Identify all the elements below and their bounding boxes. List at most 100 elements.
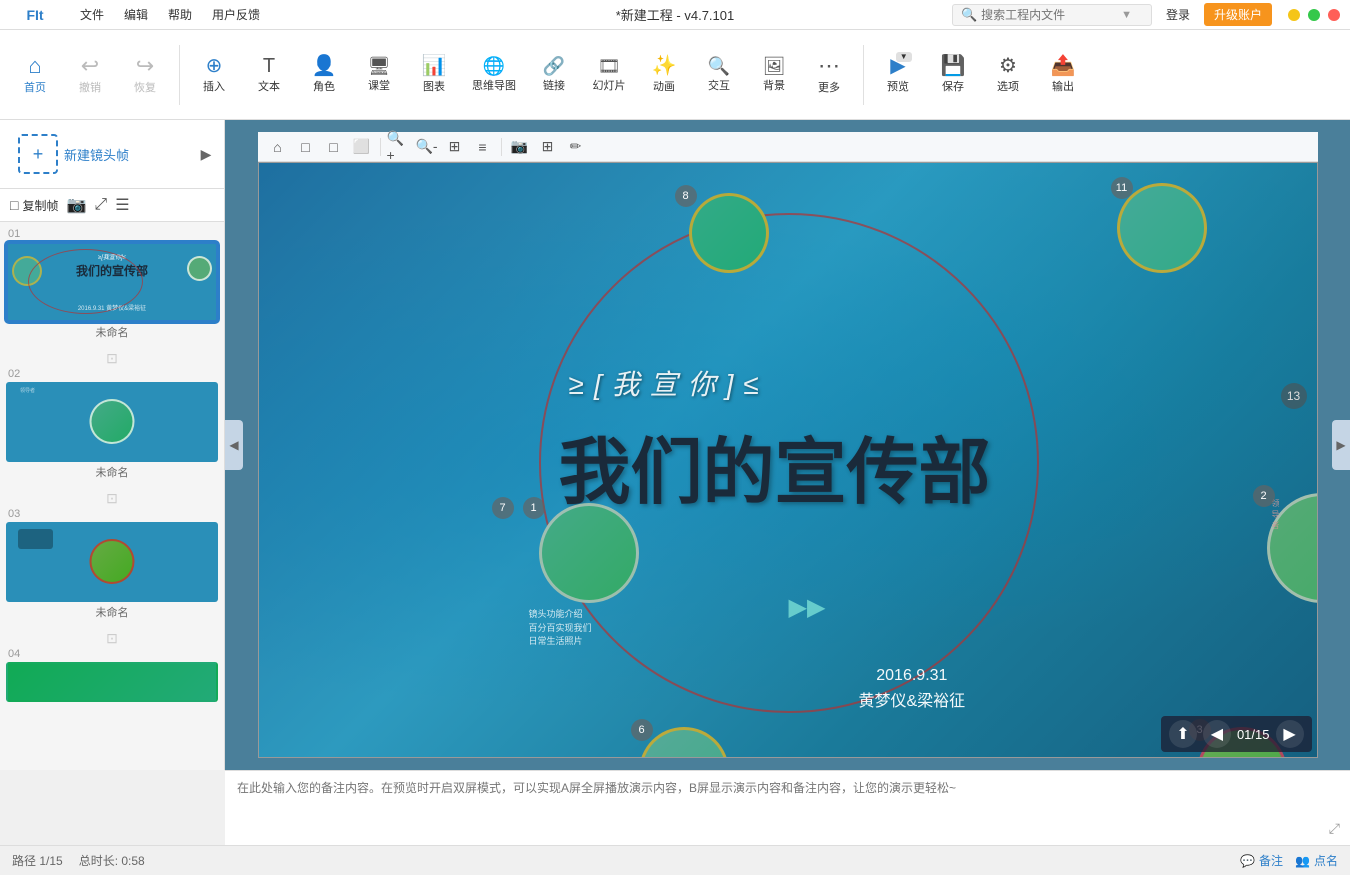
comment-button[interactable]: 💬 备注 <box>1240 852 1283 869</box>
ct-screenshot-icon[interactable]: 📷 <box>508 135 532 159</box>
tool-role[interactable]: 👤 角色 <box>299 51 349 99</box>
sidebar-collapse-button[interactable]: ▶ <box>196 144 216 164</box>
tool-redo[interactable]: ↪ 恢复 <box>120 50 170 100</box>
export-icon: 📤 <box>1051 56 1076 76</box>
tool-undo[interactable]: ↩ 撤销 <box>65 50 115 100</box>
thumb2-photo <box>90 399 135 444</box>
search-dropdown-icon[interactable]: ▼ <box>1121 9 1132 21</box>
slide-thumbnail-4 <box>6 662 218 702</box>
close-button[interactable]: ✕ <box>1328 9 1340 21</box>
tool-home[interactable]: ⌂ 首页 <box>10 50 60 100</box>
left-collapse-button[interactable]: ◀ <box>225 420 243 470</box>
tool-slide[interactable]: 🎞 幻灯片 <box>584 52 634 98</box>
ct-frame-icon[interactable]: ⬜ <box>350 135 374 159</box>
tool-link[interactable]: 🔗 链接 <box>529 52 579 98</box>
tool-mindmap[interactable]: 🌐 思维导图 <box>464 52 524 98</box>
tool-preview[interactable]: ▶ ▼ 预览 <box>873 51 923 99</box>
status-right: 💬 备注 👥 点名 <box>1240 852 1338 869</box>
new-scene-button[interactable]: + 新建镜头帧 <box>8 128 196 180</box>
prev-button[interactable]: ◀ <box>1203 720 1231 748</box>
preview-label: 预览 <box>887 78 909 94</box>
toolbar-divider-2 <box>863 45 864 105</box>
tool-chart[interactable]: 📊 图表 <box>409 51 459 99</box>
ct-edit-icon[interactable]: ✏ <box>564 135 588 159</box>
menu-file[interactable]: 文件 <box>70 0 114 30</box>
notes-input[interactable] <box>237 779 1338 834</box>
slide-spacer-3: ⊡ <box>6 628 218 648</box>
new-scene-label: 新建镜头帧 <box>64 145 129 164</box>
slide-number-3: 03 <box>6 508 218 520</box>
thumb3-label-bg <box>18 529 53 549</box>
anim-label: 动画 <box>653 78 675 94</box>
badge-1: 1 <box>523 497 545 519</box>
slide-item-3[interactable]: 03 未命名 <box>6 508 218 620</box>
thumb2-badge: 领导者 <box>20 387 35 394</box>
expand-button[interactable]: ⤢ <box>94 196 107 214</box>
title-decoration: ≥[我宣你]≤ <box>569 363 769 403</box>
menu-edit[interactable]: 编辑 <box>114 0 158 30</box>
ct-copy-icon[interactable]: □ <box>294 135 318 159</box>
upgrade-button[interactable]: 升级账户 <box>1204 3 1272 26</box>
interact-label: 交互 <box>708 77 730 93</box>
mindmap-label: 思维导图 <box>472 77 516 93</box>
slide-number-4: 04 <box>6 648 218 660</box>
ct-paste-icon[interactable]: □ <box>322 135 346 159</box>
tool-anim[interactable]: ✨ 动画 <box>639 51 689 99</box>
minimize-button[interactable]: — <box>1288 9 1300 21</box>
tool-class[interactable]: 🖥 课堂 <box>354 52 404 98</box>
next-button[interactable]: ▶ <box>1276 720 1304 748</box>
ct-align-icon[interactable]: ≡ <box>471 135 495 159</box>
slide-icon: 🎞 <box>598 57 621 75</box>
page-current: 01 <box>1237 727 1251 742</box>
login-button[interactable]: 登录 <box>1158 4 1198 25</box>
tool-more[interactable]: ⋯ 更多 <box>804 50 854 100</box>
slide-item-1[interactable]: 01 ≥[我宣你]≤ 我们的宣传部 2016.9.31 黄梦仪&梁裕征 未命名 <box>6 228 218 340</box>
point-icon: 👥 <box>1295 854 1310 868</box>
preview-dropdown[interactable]: ▼ <box>896 52 912 62</box>
spacer-icon-1: ⊡ <box>106 350 118 367</box>
ct-home-icon[interactable]: ⌂ <box>266 135 290 159</box>
tool-save[interactable]: 💾 保存 <box>928 51 978 99</box>
share-button[interactable]: ⬆ <box>1169 720 1197 748</box>
slide-spacer-2: ⊡ <box>6 488 218 508</box>
ct-zoom-in-icon[interactable]: 🔍+ <box>387 135 411 159</box>
menu-feedback[interactable]: 用户反馈 <box>202 0 270 30</box>
copy-frame-button[interactable]: □ 复制帧 <box>10 197 58 214</box>
tool-interact[interactable]: 🔍 交互 <box>694 52 744 98</box>
status-left: 路径 1/15 总时长: 0:58 <box>12 852 145 869</box>
menu-bar: 文件 编辑 帮助 用户反馈 <box>70 0 270 30</box>
slide-item-2[interactable]: 02 领导者 未命名 <box>6 368 218 480</box>
camera-button[interactable]: 📷 <box>66 195 86 215</box>
list-view-button[interactable]: ☰ <box>115 195 129 215</box>
notes-expand-button[interactable]: ⤢ <box>1329 820 1340 837</box>
ct-fit-icon[interactable]: ⊞ <box>443 135 467 159</box>
slide-label: 幻灯片 <box>593 77 626 93</box>
play-arrow: ▶▶ <box>789 593 826 622</box>
tool-bg[interactable]: 🖼 背景 <box>749 52 799 98</box>
point-label: 点名 <box>1314 852 1338 869</box>
date-author: 2016.9.31 黄梦仪&梁裕征 <box>859 663 966 714</box>
ct-zoom-out-icon[interactable]: 🔍- <box>415 135 439 159</box>
tool-text[interactable]: T 文本 <box>244 51 294 99</box>
tool-options[interactable]: ⚙ 选项 <box>983 51 1033 99</box>
maximize-button[interactable]: □ <box>1308 9 1320 21</box>
search-input[interactable] <box>981 8 1121 22</box>
undo-icon: ↩ <box>81 55 99 77</box>
author-text: 黄梦仪&梁裕征 <box>859 689 966 715</box>
right-collapse-button[interactable]: ▶ <box>1332 420 1350 470</box>
tool-export[interactable]: 📤 输出 <box>1038 51 1088 99</box>
point-button[interactable]: 👥 点名 <box>1295 852 1338 869</box>
ct-grid-icon[interactable]: ⊞ <box>536 135 560 159</box>
bg-icon: 🖼 <box>763 57 786 75</box>
menu-help[interactable]: 帮助 <box>158 0 202 30</box>
home-icon: ⌂ <box>28 55 41 77</box>
tool-insert[interactable]: ⊕ 插入 <box>189 51 239 99</box>
slide-item-4[interactable]: 04 <box>6 648 218 702</box>
search-box[interactable]: 🔍 ▼ <box>952 4 1152 26</box>
slides-panel: + 新建镜头帧 ▶ □ 复制帧 📷 ⤢ ☰ 01 ≥[我宣你]≤ 我们的宣 <box>0 120 225 770</box>
interact-icon: 🔍 <box>708 57 730 75</box>
export-label: 输出 <box>1052 78 1074 94</box>
slide-name-2: 未命名 <box>6 464 218 480</box>
link-label: 链接 <box>543 77 565 93</box>
spacer-icon-2: ⊡ <box>106 490 118 507</box>
